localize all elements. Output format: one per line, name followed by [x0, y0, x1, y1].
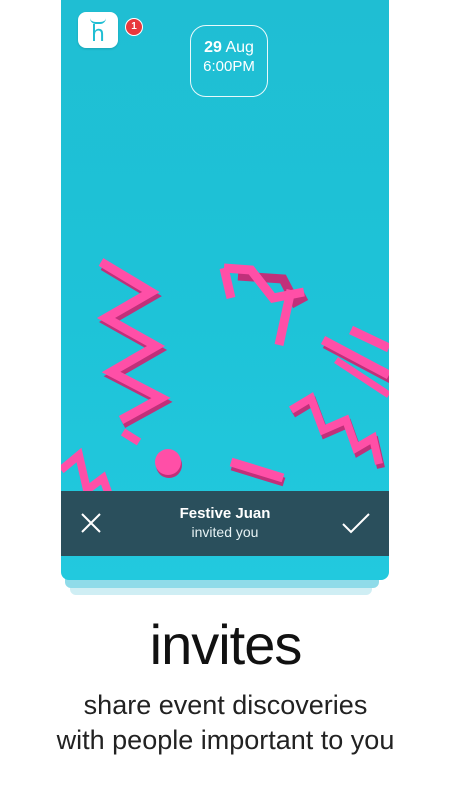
invite-text: Festive Juan invited you [131, 505, 319, 540]
invite-message: invited you [191, 524, 259, 540]
accept-button[interactable] [339, 509, 373, 537]
decline-button[interactable] [77, 509, 105, 537]
close-icon [81, 513, 101, 533]
app-icon-letter: h [91, 22, 105, 47]
promo-headline: invites [149, 613, 303, 676]
event-time: 6:00PM [203, 58, 255, 75]
invite-bar: Festive Juan invited you [61, 491, 389, 556]
event-card[interactable]: h 1 29 Aug 6:00PM Festive Juan invited y… [61, 0, 389, 580]
event-day: 29 [204, 39, 222, 56]
promo-line-1: share event discoveries [83, 690, 368, 720]
inviter-name: Festive Juan [179, 505, 271, 522]
event-date: 29 Aug [191, 39, 267, 57]
event-date-box: 29 Aug 6:00PM [190, 25, 268, 97]
event-month: Aug [225, 39, 254, 56]
promo-line-2: with people important to you [56, 725, 395, 755]
checkmark-icon [342, 513, 370, 534]
h-app-icon[interactable]: h 1 [78, 12, 143, 48]
notification-badge: 1 [125, 18, 143, 36]
